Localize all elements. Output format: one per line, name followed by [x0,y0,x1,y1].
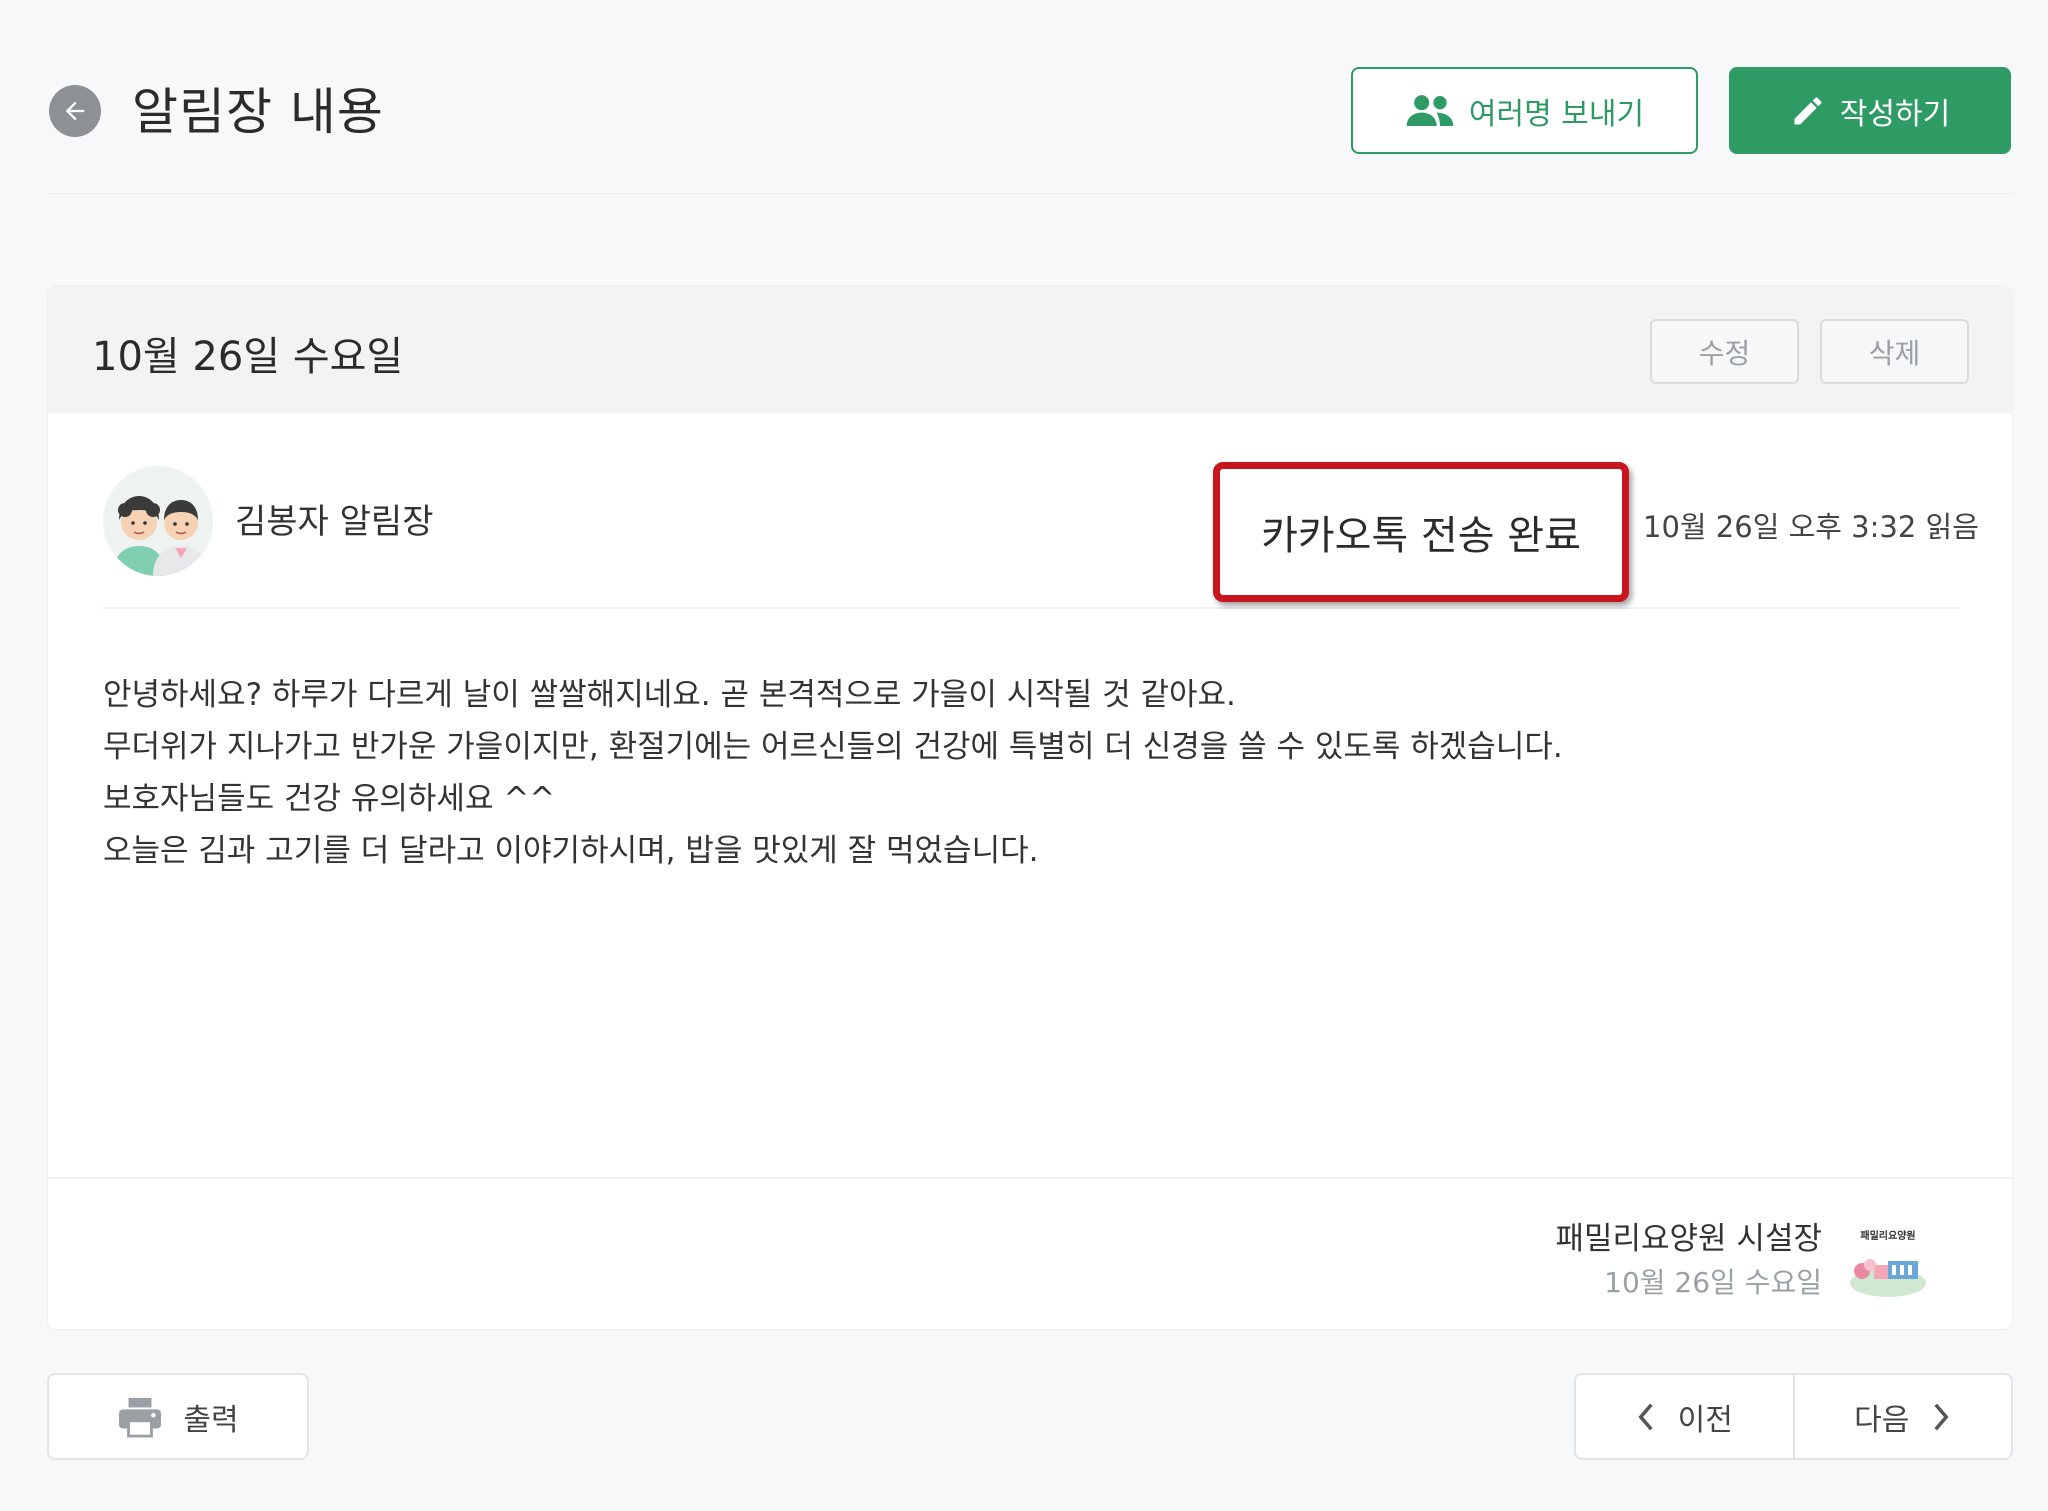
author-name: 패밀리요양원 시설장 [1555,1221,1822,1257]
page-header: 알림장 내용 여러명 보내기 작성하기 [47,0,2013,194]
arrow-left-icon [65,101,85,121]
multi-send-button[interactable]: 여러명 보내기 [1351,67,1698,154]
avatar [103,466,213,576]
pager: 이전 다음 [1574,1373,2013,1460]
chevron-left-icon [1638,1403,1653,1430]
print-button[interactable]: 출력 [47,1373,309,1460]
users-icon [1406,94,1454,126]
write-button[interactable]: 작성하기 [1729,67,2011,154]
next-label: 다음 [1854,1402,1910,1438]
facility-logo-icon [1850,1259,1926,1297]
prev-button[interactable]: 이전 [1576,1375,1795,1458]
kakao-sent-status: 카카오톡 전송 완료 [1213,462,1629,602]
message-line: 오늘은 김과 고기를 더 달라고 이야기하시며, 밥을 맛있게 잘 먹었습니다. [103,833,1039,869]
notice-card: 10월 26일 수요일 수정 삭제 김봉자 알림장 카카오톡 전송 완료 10월… [47,285,2013,1330]
pencil-icon [1794,96,1822,124]
facility-logo-text: 패밀리요양원 [1860,1231,1916,1242]
page-title: 알림장 내용 [132,83,384,141]
read-status: 10월 26일 오후 3:32 읽음 [1643,510,1979,544]
multi-send-label: 여러명 보내기 [1468,96,1645,132]
card-date: 10월 26일 수요일 [92,334,404,380]
prev-label: 이전 [1677,1402,1733,1438]
card-header: 10월 26일 수요일 수정 삭제 [48,286,2012,413]
message-line: 무더위가 지나가고 반가운 가을이지만, 환절기에는 어르신들의 건강에 특별히… [103,729,1563,765]
edit-button[interactable]: 수정 [1650,319,1799,384]
author-date: 10월 26일 수요일 [1604,1266,1822,1299]
chevron-right-icon [1934,1403,1949,1430]
back-button[interactable] [49,85,101,137]
print-label: 출력 [183,1402,239,1438]
next-button[interactable]: 다음 [1795,1375,2012,1458]
card-footer: 패밀리요양원 시설장 10월 26일 수요일 패밀리요양원 [48,1177,2012,1329]
message-line: 보호자님들도 건강 유의하세요 ^^ [103,781,556,817]
printer-icon [119,1397,162,1438]
sender-name: 김봉자 알림장 [235,502,434,542]
elderly-couple-icon [103,466,213,576]
facility-logo: 패밀리요양원 [1848,1227,1928,1297]
message-line: 안녕하세요? 하루가 다르게 날이 쌀쌀해지네요. 곧 본격적으로 가을이 시작… [103,677,1236,713]
delete-button[interactable]: 삭제 [1820,319,1969,384]
message-body: 안녕하세요? 하루가 다르게 날이 쌀쌀해지네요. 곧 본격적으로 가을이 시작… [103,669,1963,877]
write-label: 작성하기 [1839,96,1951,132]
